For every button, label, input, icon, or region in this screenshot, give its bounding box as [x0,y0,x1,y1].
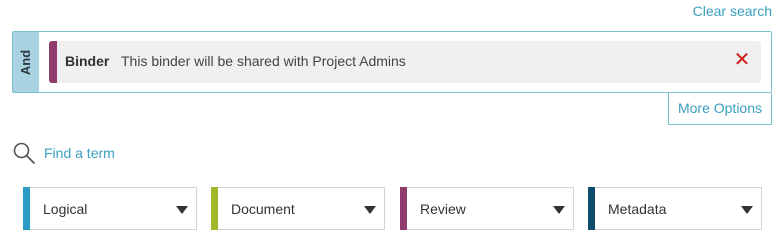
review-dropdown[interactable]: Review [400,187,574,230]
chevron-down-icon [553,206,565,214]
close-icon: ✕ [733,49,751,71]
clear-search-link[interactable]: Clear search [693,3,772,19]
dropdown-label: Document [231,201,295,217]
more-options-button[interactable]: More Options [668,93,772,125]
remove-criterion-button[interactable]: ✕ [731,49,753,71]
find-term-label: Find a term [44,145,115,161]
search-criterion[interactable]: Binder This binder will be shared with P… [49,41,761,83]
metadata-dropdown[interactable]: Metadata [588,187,762,230]
dropdown-label: Metadata [608,201,667,217]
dropdown-accent [588,187,595,230]
dropdown-accent [400,187,407,230]
criterion-accent [49,41,57,83]
dropdown-accent [211,187,218,230]
dropdown-label: Review [420,201,466,217]
dropdown-label: Logical [43,201,88,217]
operator-bar[interactable]: And [13,32,39,92]
dropdown-accent [23,187,30,230]
logical-dropdown[interactable]: Logical [23,187,197,230]
query-group: And Binder This binder will be shared wi… [12,31,772,93]
find-term-button[interactable]: Find a term [12,140,115,166]
criterion-text: This binder will be shared with Project … [121,53,406,69]
criterion-field: Binder [65,53,110,69]
chevron-down-icon [176,206,188,214]
operator-label: And [18,49,34,75]
search-icon [12,141,36,165]
chevron-down-icon [741,206,753,214]
document-dropdown[interactable]: Document [211,187,385,230]
chevron-down-icon [364,206,376,214]
